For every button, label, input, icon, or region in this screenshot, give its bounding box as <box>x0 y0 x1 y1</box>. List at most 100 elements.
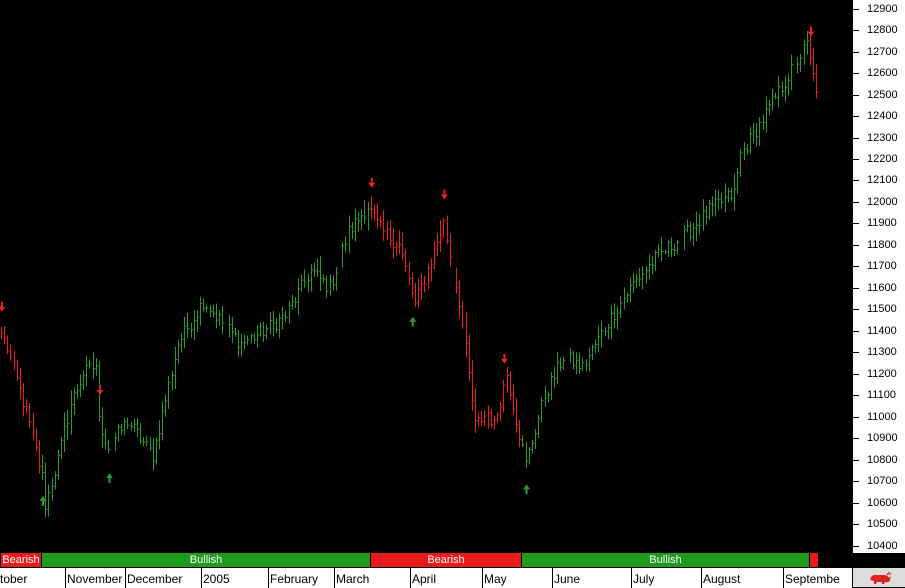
price-bar <box>503 379 506 413</box>
price-bar <box>285 310 288 322</box>
price-bar <box>557 351 560 385</box>
price-bar <box>105 428 108 450</box>
price-bar <box>475 388 478 434</box>
price-bar <box>481 410 484 426</box>
price-bar <box>273 310 276 337</box>
price-bar <box>326 275 329 298</box>
price-bar <box>756 123 759 147</box>
price-bar <box>210 305 213 317</box>
price-bar <box>330 274 333 296</box>
price-bar <box>206 305 209 313</box>
price-bar <box>222 306 225 334</box>
price-bar <box>317 258 320 277</box>
y-tick-label: 12300 <box>867 132 898 144</box>
price-bar <box>538 414 541 439</box>
y-tick-label: 12700 <box>867 46 898 58</box>
price-bar <box>466 311 469 358</box>
price-bar <box>586 359 589 372</box>
price-bar <box>522 435 525 447</box>
regime-segment-bearish: Bearish <box>371 553 522 567</box>
x-tick-label: May <box>484 572 507 586</box>
price-bar <box>519 419 522 448</box>
price-bar <box>42 454 45 481</box>
price-bar <box>428 262 431 290</box>
price-bar <box>216 303 219 329</box>
price-bar <box>137 417 140 438</box>
price-bar <box>605 327 608 337</box>
price-bar <box>26 399 29 415</box>
price-bar <box>712 196 715 217</box>
regime-segment-bullish: Bullish <box>522 553 810 567</box>
price-bar <box>684 225 687 250</box>
price-bar <box>554 366 557 389</box>
price-bar <box>570 348 573 363</box>
x-tick-label: February <box>270 572 319 586</box>
price-bar <box>500 401 503 421</box>
price-bar <box>159 420 162 450</box>
price-bar <box>775 92 778 100</box>
price-bar <box>380 215 383 228</box>
price-bar <box>687 219 690 233</box>
price-bar <box>725 183 728 213</box>
price-bar <box>507 366 510 393</box>
corner-logo[interactable] <box>852 567 905 587</box>
price-bar <box>184 316 187 349</box>
price-bar <box>393 227 396 259</box>
price-bar <box>235 327 238 337</box>
price-bar <box>263 321 266 343</box>
price-bar <box>699 214 702 235</box>
y-tick <box>853 395 859 396</box>
y-tick <box>853 309 859 310</box>
y-tick-label: 10700 <box>867 475 898 487</box>
price-bar <box>153 438 156 471</box>
price-bar <box>238 329 241 357</box>
price-chart[interactable] <box>0 0 852 550</box>
price-bar <box>652 256 655 275</box>
price-bar <box>601 320 604 348</box>
price-bar <box>797 57 800 74</box>
y-tick <box>853 52 859 53</box>
price-bar <box>108 439 111 454</box>
price-bar <box>665 249 668 255</box>
price-bar <box>456 267 459 294</box>
price-bar <box>529 447 532 465</box>
price-bar <box>289 301 292 324</box>
price-bar <box>532 439 535 454</box>
x-tick <box>65 568 66 588</box>
price-bar <box>17 359 20 382</box>
price-bar <box>721 193 724 209</box>
price-bar <box>450 233 453 267</box>
price-bar <box>162 401 165 441</box>
x-tick-label: 2005 <box>203 572 230 586</box>
y-tick-label: 10900 <box>867 432 898 444</box>
y-tick <box>853 288 859 289</box>
price-bar <box>52 477 55 501</box>
price-bar <box>260 322 263 337</box>
price-bar <box>213 304 216 318</box>
price-bar <box>582 358 585 372</box>
y-tick <box>853 30 859 31</box>
sell-signal-arrow-icon <box>807 26 815 37</box>
price-bar <box>314 262 317 278</box>
price-bar <box>690 221 693 241</box>
y-tick <box>853 460 859 461</box>
price-bar <box>295 297 298 308</box>
price-bar <box>513 384 516 415</box>
price-bar <box>377 203 380 230</box>
price-bar <box>181 333 184 353</box>
x-tick <box>701 568 702 588</box>
price-chart-svg <box>0 26 819 518</box>
price-bar <box>121 423 124 436</box>
price-bar <box>627 292 630 303</box>
price-bar <box>412 272 415 299</box>
x-tick <box>631 568 632 588</box>
price-bar <box>788 73 791 96</box>
price-bar <box>383 210 386 241</box>
price-bar <box>443 217 446 239</box>
price-bar <box>734 173 737 211</box>
price-bar <box>323 274 326 283</box>
price-bar <box>146 435 149 447</box>
price-bar <box>254 332 257 344</box>
price-bar <box>276 318 279 333</box>
price-bar <box>563 356 566 371</box>
